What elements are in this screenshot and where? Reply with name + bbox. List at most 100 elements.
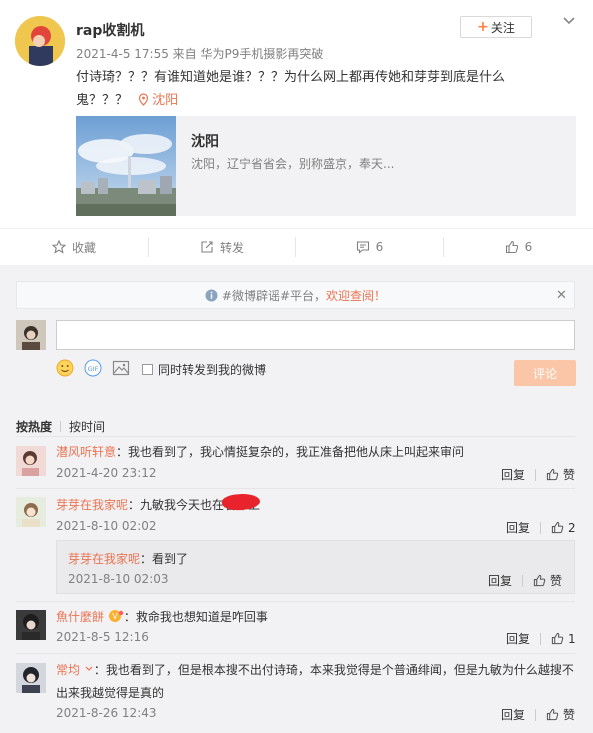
- svg-text:GIF: GIF: [88, 365, 99, 373]
- comment-time: 2021-8-10 02:02: [56, 519, 157, 533]
- image-icon[interactable]: [112, 359, 130, 377]
- comment-time: 2021-8-26 12:43: [56, 706, 157, 720]
- forward-label: 转发: [219, 240, 244, 255]
- commenter-name[interactable]: 芽芽在我家呢: [68, 552, 140, 566]
- action-divider: [535, 708, 537, 721]
- location-card-subtitle: 沈阳，辽宁省省会，别称盛京，奉天...: [191, 157, 395, 171]
- like-label[interactable]: 赞: [563, 466, 575, 483]
- comment-count-button[interactable]: 6: [296, 229, 443, 265]
- comment-actions: 回复 赞: [501, 466, 575, 483]
- like-label[interactable]: 赞: [563, 706, 575, 723]
- emoji-icon[interactable]: [56, 359, 74, 377]
- forward-icon: [201, 241, 213, 253]
- comment-avatar[interactable]: [16, 610, 46, 640]
- comment-time: 2021-8-5 12:16: [56, 630, 149, 644]
- like-label[interactable]: 赞: [550, 572, 562, 589]
- comment-toolbar: GIF: [56, 359, 130, 377]
- notice-text: #微博辟谣#平台，: [221, 288, 327, 303]
- post-actions-bar: 收藏 转发 6 6: [0, 228, 593, 266]
- commenter-name[interactable]: 潜风听轩意: [56, 445, 116, 459]
- divider: [16, 653, 575, 654]
- forward-option[interactable]: 同时转发到我的微博: [142, 361, 266, 378]
- plus-icon: +: [477, 19, 489, 35]
- comment-avatar[interactable]: [16, 663, 46, 693]
- info-icon: [205, 289, 218, 301]
- thumbs-up-icon[interactable]: [533, 574, 546, 587]
- divider: [16, 436, 575, 437]
- vip-badge-icon: V: [108, 610, 124, 622]
- like-count[interactable]: 1: [568, 632, 576, 646]
- reply-button[interactable]: 回复: [488, 572, 512, 589]
- location-label: 沈阳: [152, 93, 179, 108]
- action-divider: [522, 574, 524, 587]
- comment-text: ：我也看到了，我心情挺复杂的，我正准备把他从床上叫起来审问: [116, 445, 465, 459]
- follow-button[interactable]: + 关注: [460, 16, 532, 38]
- divider: [16, 601, 575, 602]
- comment-actions: 回复 1: [506, 630, 576, 647]
- forward-option-label: 同时转发到我的微博: [158, 363, 267, 377]
- my-avatar[interactable]: [16, 320, 46, 350]
- like-count: 6: [524, 240, 533, 254]
- thumbs-up-icon[interactable]: [546, 468, 559, 481]
- reply-button[interactable]: 回复: [501, 466, 525, 483]
- comment-avatar[interactable]: [16, 446, 46, 476]
- comment-content: 常均 ：我也看到了，但是根本搜不出付诗琦，本来我觉得是个普通绯闻，但是九敏为什么…: [56, 661, 574, 678]
- submit-comment-button[interactable]: 评论: [514, 360, 576, 386]
- sort-by-hot-tab[interactable]: 按热度: [16, 418, 52, 435]
- comment-count: 6: [375, 240, 384, 254]
- thumbs-up-icon[interactable]: [546, 708, 559, 721]
- reply-button[interactable]: 回复: [506, 519, 530, 536]
- comment-actions: 回复 2: [506, 519, 576, 536]
- sort-by-time-tab[interactable]: 按时间: [69, 418, 105, 435]
- rumor-notice-banner[interactable]: #微博辟谣#平台， 欢迎查阅！: [16, 281, 575, 309]
- sort-tabs: 按热度 按时间: [16, 418, 105, 435]
- action-divider: [540, 521, 542, 534]
- comment-avatar[interactable]: [16, 497, 46, 527]
- reply-button[interactable]: 回复: [501, 706, 525, 723]
- location-card-title: 沈阳: [191, 134, 219, 150]
- chevron-down-icon: [85, 666, 93, 671]
- location-card-image: [76, 116, 176, 216]
- comment-content: 魚什麼餅 V ：救命我也想知道是咋回事: [56, 608, 268, 625]
- commenter-name[interactable]: 芽芽在我家呢: [56, 498, 128, 512]
- commenter-name[interactable]: 魚什麼餅: [56, 610, 104, 624]
- post-meta: 2021-4-5 17:55 来自 华为P9手机摄影再突破: [76, 47, 324, 61]
- comment-content: 潜风听轩意：我也看到了，我心情挺复杂的，我正准备把他从床上叫起来审问: [56, 443, 464, 460]
- comment-actions: 回复 赞: [488, 572, 562, 589]
- svg-text:V: V: [112, 612, 118, 621]
- author-name[interactable]: rap收割机: [76, 20, 144, 40]
- close-icon[interactable]: ✕: [556, 288, 567, 303]
- favorite-button[interactable]: 收藏: [0, 229, 148, 265]
- chevron-down-icon[interactable]: [562, 14, 576, 28]
- notice-link[interactable]: 欢迎查阅！: [326, 287, 386, 304]
- comment-time: 2021-4-20 23:12: [56, 466, 157, 480]
- comment-text: ：我也看到了，但是根本搜不出付诗琦，本来我觉得是个普通绯闻，但是九敏为什么越搜不: [93, 663, 574, 677]
- commenter-name[interactable]: 常均: [56, 663, 80, 677]
- comment-text: ：看到了: [140, 552, 189, 566]
- comment-text-continued: 出来我越觉得是真的: [56, 686, 165, 700]
- thumbs-up-icon: [505, 240, 518, 254]
- comment-icon: [356, 241, 369, 254]
- location-link[interactable]: 沈阳: [132, 93, 178, 108]
- sort-divider: [60, 421, 62, 432]
- follow-label: 关注: [490, 20, 515, 35]
- post-text: 付诗琦？？？有谁知道她是谁？？？为什么网上都再传她和芽芽到底是什么鬼？？？ 沈阳: [76, 66, 556, 112]
- favorite-label: 收藏: [71, 240, 96, 255]
- like-count[interactable]: 2: [568, 521, 576, 535]
- like-button[interactable]: 6: [444, 229, 593, 265]
- comment-time: 2021-8-10 02:03: [68, 572, 169, 586]
- action-divider: [540, 632, 542, 645]
- forward-checkbox[interactable]: [142, 364, 153, 375]
- thumbs-up-icon[interactable]: [551, 632, 564, 645]
- comment-actions: 回复 赞: [501, 706, 575, 723]
- thumbs-up-icon[interactable]: [551, 521, 564, 534]
- forward-button[interactable]: 转发: [149, 229, 295, 265]
- author-avatar[interactable]: [15, 16, 65, 66]
- comment-text: ：救命我也想知道是咋回事: [123, 610, 268, 624]
- location-pin-icon: [139, 93, 149, 106]
- gif-icon[interactable]: GIF: [84, 359, 102, 377]
- comment-input[interactable]: [56, 320, 575, 350]
- reply-button[interactable]: 回复: [506, 630, 530, 647]
- star-icon: [51, 240, 66, 254]
- action-divider: [535, 468, 537, 481]
